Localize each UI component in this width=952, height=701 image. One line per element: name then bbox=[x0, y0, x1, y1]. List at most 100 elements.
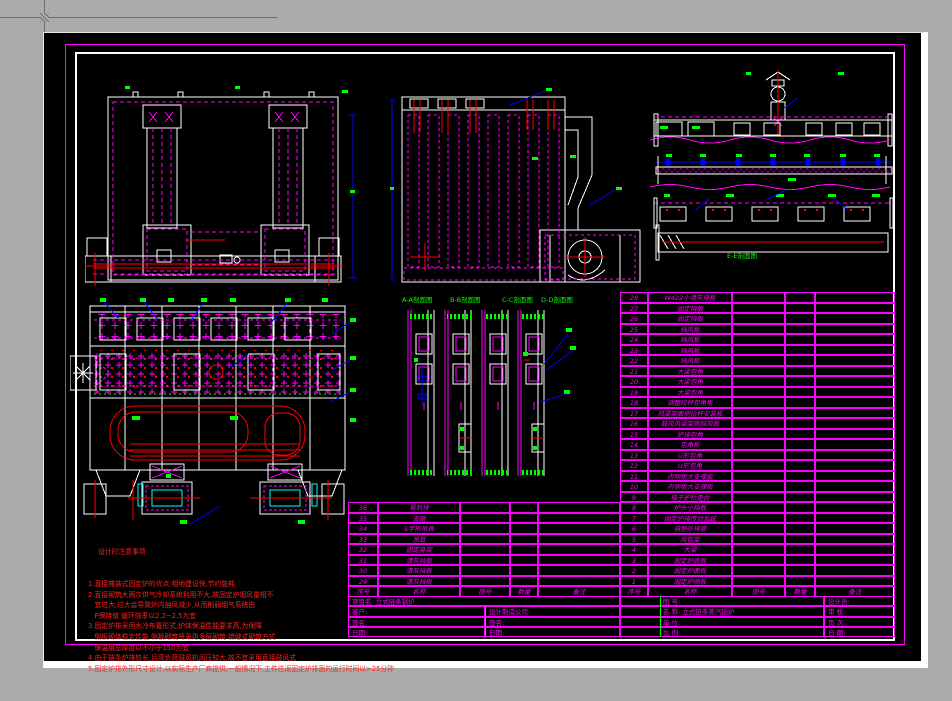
part-cell bbox=[785, 366, 815, 377]
part-cell bbox=[785, 502, 815, 513]
part-row: 7固定炉排传动系统 bbox=[620, 513, 895, 524]
side-elevation-view bbox=[390, 85, 645, 298]
part-cell: 名称 bbox=[378, 586, 460, 597]
part-cell bbox=[732, 450, 785, 461]
part-cell bbox=[732, 303, 785, 314]
part-cell bbox=[815, 345, 895, 356]
part-cell bbox=[510, 523, 538, 534]
part-cell bbox=[785, 376, 815, 387]
part-row: 36导轨块 bbox=[348, 502, 620, 513]
part-cell bbox=[538, 513, 620, 524]
note-line: 4.由于链条炉排较长,且高负荷鼓风机风压较大,故不宜采用直接鼓风式 bbox=[88, 653, 356, 664]
section-label-bb: B-B剖面图 bbox=[450, 294, 481, 304]
part-cell: 固定炉底板 bbox=[648, 555, 732, 566]
unit-cell: 单 位: bbox=[620, 617, 824, 627]
part-cell bbox=[785, 534, 815, 545]
date-cell-2: 日期: bbox=[485, 627, 620, 637]
part-cell bbox=[785, 418, 815, 429]
part-cell: 7 bbox=[620, 513, 648, 524]
part-row: 19大梁包角 bbox=[620, 387, 895, 398]
part-cell bbox=[538, 523, 620, 534]
part-cell bbox=[815, 313, 895, 324]
part-cell bbox=[732, 544, 785, 555]
part-cell bbox=[732, 576, 785, 587]
note-line: 保温层总厚度以不小于150为宜 bbox=[88, 643, 356, 654]
part-row: 3固定炉底板 bbox=[620, 555, 895, 566]
part-cell bbox=[815, 513, 895, 524]
part-cell: 17 bbox=[620, 408, 648, 419]
part-row: 22挡风板 bbox=[620, 355, 895, 366]
part-cell: 炉头小挡板 bbox=[648, 502, 732, 513]
part-cell bbox=[538, 502, 620, 513]
title-block-green-divider-1 bbox=[485, 606, 486, 637]
part-cell bbox=[785, 439, 815, 450]
part-cell bbox=[732, 565, 785, 576]
part-cell bbox=[732, 492, 785, 503]
part-cell bbox=[785, 303, 815, 314]
part-cell bbox=[785, 523, 815, 534]
part-cell bbox=[815, 397, 895, 408]
note-line: 1.直接摊装式固定炉的优点:相地建设快,节约能耗 bbox=[88, 579, 356, 590]
project-value: 立式链条锅炉 bbox=[376, 598, 415, 606]
part-cell: 36 bbox=[348, 502, 378, 513]
note-line: 3.固定炉排采用水冷布置形式,炉体保温性能要求高,为保障 bbox=[88, 621, 356, 632]
part-cell bbox=[815, 481, 895, 492]
part-cell bbox=[815, 418, 895, 429]
sign-cell-2: 签名: bbox=[485, 617, 620, 627]
part-cell: 22 bbox=[620, 355, 648, 366]
part-cell bbox=[815, 408, 895, 419]
part-cell bbox=[732, 460, 785, 471]
part-row: 8炉头小挡板 bbox=[620, 502, 895, 513]
part-cell: 6 bbox=[620, 523, 648, 534]
part-row: 4大梁 bbox=[620, 544, 895, 555]
part-cell bbox=[815, 576, 895, 587]
part-cell bbox=[460, 576, 510, 587]
part-cell: 18 bbox=[620, 397, 648, 408]
plan-view bbox=[70, 298, 360, 526]
part-cell: 13 bbox=[620, 450, 648, 461]
part-cell: 内侧板大支撑板 bbox=[648, 471, 732, 482]
part-row: 27固定挡板 bbox=[620, 303, 895, 314]
part-cell bbox=[460, 502, 510, 513]
part-cell: 风梁架面侧拉杆安装板 bbox=[648, 408, 732, 419]
dim-marks bbox=[390, 88, 622, 190]
part-cell: 1 bbox=[620, 576, 648, 587]
part-cell bbox=[785, 565, 815, 576]
part-cell bbox=[732, 387, 785, 398]
part-row: 1固定炉侧板 bbox=[620, 576, 895, 587]
part-cell: 导轨块 bbox=[378, 502, 460, 513]
part-cell bbox=[785, 292, 815, 303]
part-cell: 30 bbox=[348, 565, 378, 576]
part-cell bbox=[510, 502, 538, 513]
part-cell bbox=[785, 544, 815, 555]
part-cell: 4 bbox=[620, 544, 648, 555]
part-cell: U形包角 bbox=[648, 460, 732, 471]
part-cell bbox=[510, 576, 538, 587]
part-cell: 21 bbox=[620, 366, 648, 377]
part-cell: 26 bbox=[620, 313, 648, 324]
part-cell bbox=[732, 355, 785, 366]
part-row: 33吊耳 bbox=[348, 534, 620, 545]
right-section-strips-view bbox=[648, 70, 903, 262]
part-cell: S字形吊具 bbox=[378, 523, 460, 534]
designer-cell: 设计员: bbox=[824, 596, 895, 606]
part-row: 15炉排包角 bbox=[620, 429, 895, 440]
part-cell: 支销 bbox=[378, 513, 460, 524]
part-cell: 大梁包角 bbox=[648, 376, 732, 387]
part-cell: 3 bbox=[620, 555, 648, 566]
part-cell bbox=[815, 555, 895, 566]
part-cell bbox=[510, 534, 538, 545]
part-cell bbox=[732, 334, 785, 345]
part-row: 28W422小清灰排板 bbox=[620, 292, 895, 303]
part-cell bbox=[815, 376, 895, 387]
part-cell: 8 bbox=[620, 502, 648, 513]
part-cell: 自垫外排管 bbox=[648, 523, 732, 534]
part-cell bbox=[815, 460, 895, 471]
part-cell bbox=[538, 544, 620, 555]
part-cell: 29 bbox=[348, 576, 378, 587]
part-cell: W422小清灰排板 bbox=[648, 292, 732, 303]
part-cell: 数量 bbox=[785, 586, 815, 597]
part-cell bbox=[732, 555, 785, 566]
part-cell bbox=[785, 481, 815, 492]
part-cell: 序号 bbox=[620, 586, 648, 597]
